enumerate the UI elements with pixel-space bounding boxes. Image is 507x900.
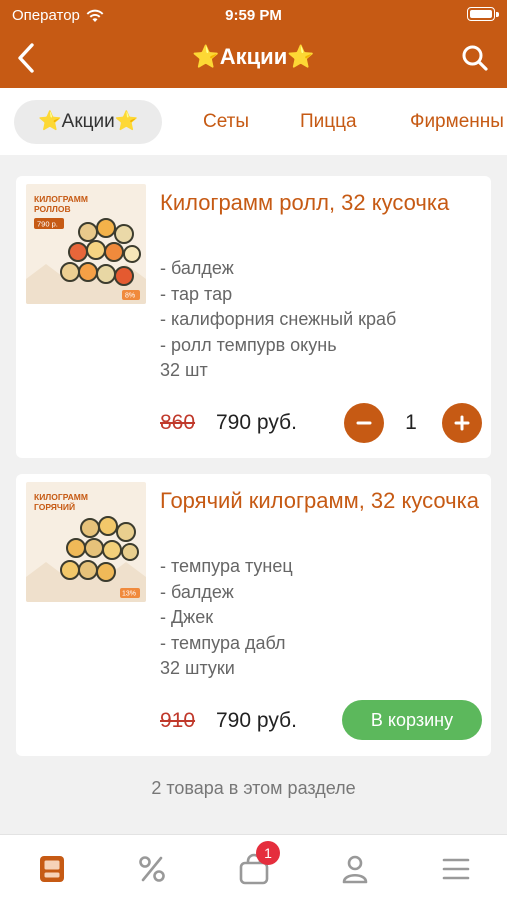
description-line: - темпура дабл xyxy=(160,632,286,653)
search-icon xyxy=(462,45,488,71)
svg-text:ГОРЯЧИЙ: ГОРЯЧИЙ xyxy=(34,501,75,512)
current-price: 790 руб. xyxy=(216,411,297,434)
description-line: 32 шт xyxy=(160,360,208,380)
plus-icon xyxy=(454,415,470,431)
tab-promotions[interactable]: ⭐Акции⭐ xyxy=(14,100,163,144)
product-name[interactable]: Килограмм ролл, 32 кусочка xyxy=(160,188,480,218)
product-image[interactable]: КИЛОГРАММ ГОРЯЧИЙ 13% xyxy=(26,482,146,602)
search-button[interactable] xyxy=(459,42,491,74)
old-price: 910 xyxy=(160,709,196,732)
decrease-quantity-button[interactable] xyxy=(344,403,384,443)
description-line: - балдеж xyxy=(160,258,234,278)
percent-icon xyxy=(139,856,165,882)
description-line: - темпура тунец xyxy=(160,556,293,576)
navigation-bar: ⭐Акции⭐ xyxy=(0,32,507,84)
category-tabs: ⭐Акции⭐ Сеты Пицца Фирменны xyxy=(0,88,507,155)
hamburger-icon xyxy=(442,858,470,880)
quantity-value: 1 xyxy=(405,411,417,434)
minus-icon xyxy=(356,421,372,425)
svg-text:РОЛЛОВ: РОЛЛОВ xyxy=(34,204,71,214)
description-line: - калифорния снежный краб xyxy=(160,309,397,329)
svg-text:8%: 8% xyxy=(125,293,135,300)
status-bar: Оператор 9:59 PM xyxy=(0,0,507,30)
product-card: КИЛОГРАММ ГОРЯЧИЙ 13% Горячий килограмм,… xyxy=(16,474,491,756)
current-price: 790 руб. xyxy=(216,709,297,732)
profile-icon xyxy=(342,855,368,884)
status-time: 9:59 PM xyxy=(225,7,282,24)
nav-profile[interactable] xyxy=(335,849,375,889)
battery-icon xyxy=(467,7,499,21)
description-line: - Джек xyxy=(160,607,214,627)
product-description: - балдеж - тар тар - калифорния снежный … xyxy=(160,256,396,384)
section-item-count: 2 товара в этом разделе xyxy=(151,778,356,798)
cart-badge: 1 xyxy=(256,841,280,865)
svg-text:КИЛОГРАММ: КИЛОГРАММ xyxy=(34,492,88,502)
description-line: - ролл темпурв окунь xyxy=(160,334,337,355)
product-name[interactable]: Горячий килограмм, 32 кусочка xyxy=(160,486,480,516)
nav-cart[interactable]: 1 xyxy=(234,841,280,889)
nav-promotions[interactable] xyxy=(132,849,172,889)
product-description: - темпура тунец - балдеж - Джек - темпур… xyxy=(160,554,293,682)
tab-pizza[interactable]: Пицца xyxy=(300,100,357,144)
description-line: - балдеж xyxy=(160,581,234,602)
increase-quantity-button[interactable] xyxy=(442,403,482,443)
bottom-navigation: 1 xyxy=(0,834,507,900)
description-line: 32 штуки xyxy=(160,658,235,678)
page-title: ⭐Акции⭐ xyxy=(192,44,315,69)
svg-text:790 р.: 790 р. xyxy=(37,220,58,229)
product-card: КИЛОГРАММ РОЛЛОВ 790 р. 8% Килограмм рол… xyxy=(16,176,491,458)
description-line: - тар тар xyxy=(160,283,233,304)
nav-more[interactable] xyxy=(436,849,476,889)
menu-icon xyxy=(40,856,64,882)
tab-sets[interactable]: Сеты xyxy=(203,100,249,144)
app-header: Оператор 9:59 PM ⭐Акции⭐ xyxy=(0,0,507,88)
add-to-cart-button[interactable]: В корзину xyxy=(342,700,482,740)
tab-signature[interactable]: Фирменны xyxy=(410,100,504,144)
svg-text:КИЛОГРАММ: КИЛОГРАММ xyxy=(34,194,88,204)
nav-menu[interactable] xyxy=(32,849,72,889)
product-image[interactable]: КИЛОГРАММ РОЛЛОВ 790 р. 8% xyxy=(26,184,146,304)
svg-text:13%: 13% xyxy=(122,591,136,598)
old-price: 860 xyxy=(160,411,196,434)
